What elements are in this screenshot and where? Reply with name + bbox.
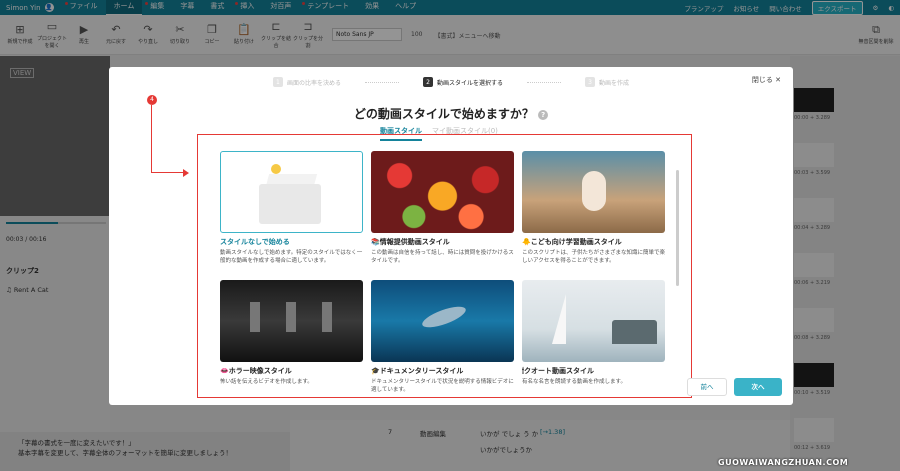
step-3: 3 動画を作成 — [585, 77, 629, 87]
step-marker: 4 — [147, 95, 157, 105]
help-icon[interactable]: ? — [538, 109, 549, 120]
modal-title: どの動画スタイルで始めますか？ ? — [109, 105, 793, 122]
close-button[interactable]: 閉じる ✕ — [752, 75, 781, 85]
prev-button[interactable]: 前へ — [687, 378, 727, 396]
next-button[interactable]: 次へ — [734, 378, 782, 396]
arrow-icon — [183, 169, 189, 177]
close-icon: ✕ — [775, 76, 781, 84]
watermark: GUOWAIWANGZHUAN.COM — [718, 458, 849, 467]
stepper: 1 画面の比率を決める 2 動画スタイルを選択する 3 動画を作成 — [109, 75, 793, 89]
step-1: 1 画面の比率を決める — [272, 77, 341, 87]
highlight-box — [197, 134, 692, 398]
step-2: 2 動画スタイルを選択する — [422, 77, 503, 87]
